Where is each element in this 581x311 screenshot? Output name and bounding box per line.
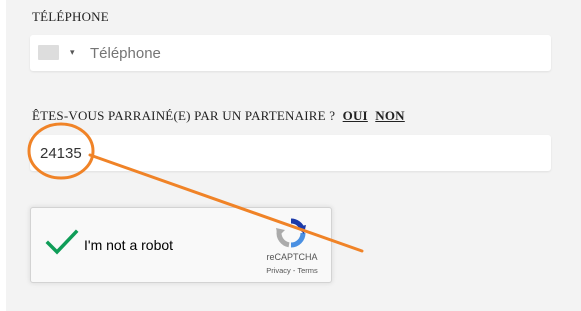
- country-caret-icon[interactable]: ▾: [70, 48, 75, 57]
- recaptcha-terms-link[interactable]: Terms: [297, 266, 317, 275]
- recaptcha-links: Privacy - Terms: [257, 266, 327, 275]
- phone-field: ▾: [30, 35, 551, 71]
- oui-link[interactable]: OUI: [343, 108, 368, 123]
- recaptcha-checkmark-icon[interactable]: [45, 228, 79, 258]
- referral-question: ÊTES-VOUS PARRAINÉ(E) PAR UN PARTENAIRE …: [32, 108, 405, 124]
- non-link[interactable]: NON: [375, 108, 405, 123]
- country-flag-icon[interactable]: [38, 45, 59, 60]
- phone-label: TÉLÉPHONE: [32, 9, 109, 24]
- phone-input[interactable]: [86, 42, 534, 64]
- partner-code-field: [30, 135, 551, 171]
- recaptcha-brand: reCAPTCHA: [266, 252, 318, 262]
- recaptcha-label: I'm not a robot: [84, 237, 174, 253]
- referral-question-text: ÊTES-VOUS PARRAINÉ(E) PAR UN PARTENAIRE …: [32, 108, 336, 123]
- recaptcha-privacy-link[interactable]: Privacy: [266, 266, 291, 275]
- recaptcha-widget: I'm not a robot reCAPTCHA Privacy - Term…: [30, 207, 332, 283]
- recaptcha-logo-icon: [276, 218, 306, 248]
- partner-code-input[interactable]: [36, 142, 524, 164]
